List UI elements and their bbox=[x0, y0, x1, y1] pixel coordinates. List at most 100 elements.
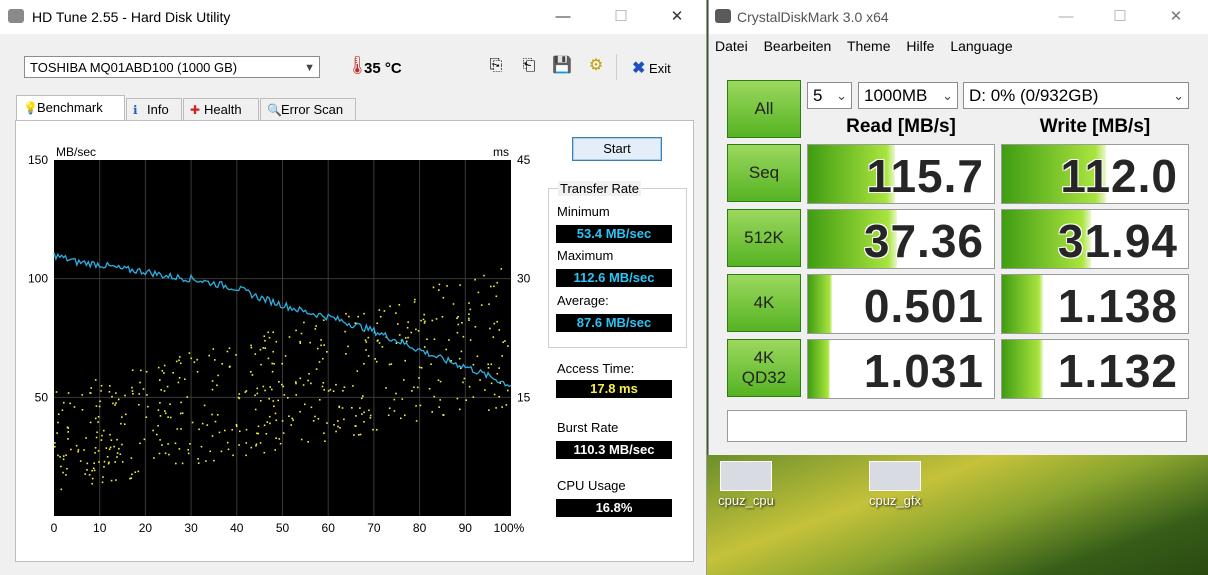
access-point bbox=[250, 346, 253, 349]
test-size-select[interactable]: 1000MB ⌄ bbox=[858, 82, 958, 109]
access-point bbox=[400, 417, 402, 420]
access-point bbox=[91, 469, 93, 472]
save-icon[interactable]: 💾 bbox=[550, 54, 574, 78]
access-point bbox=[164, 410, 166, 412]
seq-button[interactable]: Seq bbox=[727, 144, 801, 202]
chevron-down-icon: ▼ bbox=[304, 62, 315, 74]
maximize-button[interactable]: ☐ bbox=[598, 4, 644, 30]
access-point bbox=[109, 433, 111, 436]
minimize-button[interactable]: — bbox=[1043, 4, 1089, 30]
access-point bbox=[142, 388, 145, 390]
access-point bbox=[250, 371, 252, 373]
access-point bbox=[161, 444, 163, 446]
access-point bbox=[57, 454, 59, 457]
access-point bbox=[441, 316, 444, 318]
close-button[interactable]: ✕ bbox=[1153, 4, 1199, 30]
options-icon[interactable]: ⚙ bbox=[584, 54, 608, 78]
cdm-titlebar[interactable]: CrystalDiskMark 3.0 x64 — ☐ ✕ bbox=[709, 0, 1208, 34]
access-point bbox=[479, 379, 481, 381]
menu-item-bearbeiten[interactable]: Bearbeiten bbox=[764, 38, 832, 54]
run-count-select[interactable]: 5 ⌄ bbox=[807, 82, 852, 109]
access-point bbox=[221, 363, 223, 365]
menu-item-language[interactable]: Language bbox=[950, 38, 1012, 54]
access-point bbox=[498, 395, 500, 398]
access-point bbox=[299, 410, 301, 413]
access-point bbox=[208, 354, 210, 357]
hdtune-titlebar[interactable]: HD Tune 2.55 - Hard Disk Utility — ☐ ✕ bbox=[0, 0, 706, 34]
access-point bbox=[67, 438, 69, 440]
access-point bbox=[115, 402, 117, 404]
access-point bbox=[369, 414, 372, 417]
menu-bar: Datei Bearbeiten Theme Hilfe Language bbox=[715, 38, 1025, 54]
test-size-value: 1000MB bbox=[864, 86, 928, 105]
access-point bbox=[212, 348, 215, 350]
access-point bbox=[67, 392, 70, 394]
maximize-button[interactable]: ☐ bbox=[1097, 4, 1143, 30]
access-point bbox=[110, 439, 113, 441]
access-point bbox=[274, 412, 277, 415]
access-point bbox=[363, 411, 365, 414]
access-point bbox=[211, 413, 213, 416]
access-point bbox=[81, 409, 84, 411]
tab-info[interactable]: ℹ Info bbox=[126, 98, 182, 120]
access-point bbox=[137, 470, 140, 473]
chevron-down-icon: ⌄ bbox=[1173, 88, 1184, 103]
access-point bbox=[108, 461, 110, 464]
access-point bbox=[211, 380, 214, 382]
menu-item-hilfe[interactable]: Hilfe bbox=[906, 38, 934, 54]
minimize-button[interactable]: — bbox=[540, 4, 586, 30]
all-button[interactable]: All bbox=[727, 80, 801, 138]
4k-qd32-button[interactable]: 4K QD32 bbox=[727, 339, 801, 397]
menu-item-datei[interactable]: Datei bbox=[715, 38, 748, 54]
close-button[interactable]: ✕ bbox=[654, 4, 700, 30]
access-point bbox=[99, 400, 101, 403]
maximum-label: Maximum bbox=[557, 248, 614, 263]
access-point bbox=[166, 385, 169, 388]
access-point bbox=[203, 404, 206, 407]
copy-text-icon[interactable]: ⎘ bbox=[484, 54, 508, 78]
access-point bbox=[264, 389, 266, 392]
access-point bbox=[279, 442, 282, 445]
512k-read-cell: 37.36 bbox=[807, 209, 995, 269]
desktop-icon-cpuz-gfx[interactable]: cpuz_gfx bbox=[860, 461, 930, 508]
access-point bbox=[456, 331, 459, 334]
access-point bbox=[323, 389, 325, 391]
access-point bbox=[206, 424, 209, 426]
right-tick-label: 15 bbox=[517, 390, 531, 404]
access-point bbox=[259, 442, 262, 444]
access-point bbox=[413, 301, 416, 303]
x-tick-label: 40 bbox=[230, 521, 244, 535]
access-point bbox=[95, 405, 98, 407]
access-point bbox=[357, 315, 359, 318]
access-point bbox=[437, 379, 440, 381]
drive-select[interactable]: D: 0% (0/932GB) ⌄ bbox=[963, 82, 1189, 109]
access-point bbox=[97, 421, 99, 423]
access-point bbox=[439, 380, 442, 383]
tab-health[interactable]: ✚ Health bbox=[183, 98, 259, 120]
512k-button[interactable]: 512K bbox=[727, 209, 801, 267]
access-point bbox=[442, 296, 445, 299]
menu-item-theme[interactable]: Theme bbox=[847, 38, 891, 54]
copy-image-icon[interactable]: ⎗ bbox=[517, 54, 541, 78]
comment-field[interactable] bbox=[727, 410, 1187, 442]
drive-select[interactable]: TOSHIBA MQ01ABD100 (1000 GB) ▼ bbox=[24, 56, 320, 78]
read-header: Read [MB/s] bbox=[846, 116, 956, 137]
x-tick-label: 60 bbox=[322, 521, 336, 535]
chevron-down-icon: ⌄ bbox=[942, 88, 953, 103]
access-point bbox=[61, 409, 64, 411]
access-point bbox=[245, 454, 247, 457]
tab-error-scan[interactable]: 🔍Error Scan bbox=[260, 98, 356, 120]
access-point bbox=[387, 414, 390, 416]
desktop-icon-cpuz-cpu[interactable]: cpuz_cpu bbox=[711, 461, 781, 508]
access-point bbox=[468, 385, 471, 388]
access-point bbox=[476, 355, 479, 358]
4k-button[interactable]: 4K bbox=[727, 274, 801, 332]
access-point bbox=[341, 407, 344, 409]
access-point bbox=[255, 443, 258, 446]
access-point bbox=[388, 407, 391, 409]
start-button[interactable]: Start bbox=[572, 137, 662, 161]
right-tick-label: 30 bbox=[517, 272, 531, 286]
tab-label: Info bbox=[147, 102, 169, 117]
tab-benchmark[interactable]: 💡Benchmark bbox=[16, 95, 125, 121]
exit-button[interactable]: ✖ Exit bbox=[632, 58, 671, 78]
